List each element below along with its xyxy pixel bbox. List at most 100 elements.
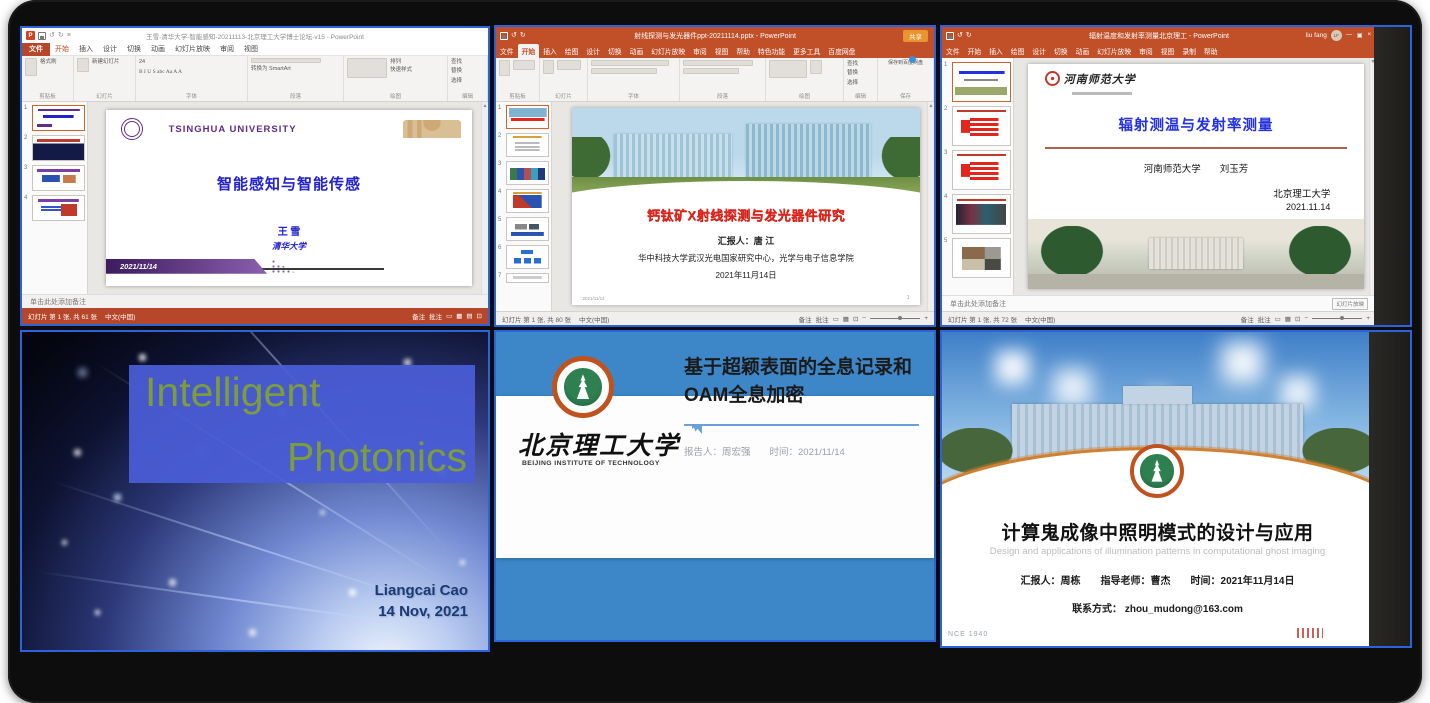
slide-thumbnail[interactable]	[506, 273, 549, 283]
find-button[interactable]: 查找	[451, 58, 462, 66]
format-painter-button[interactable]: 格式刷	[40, 58, 57, 66]
paste-icon[interactable]	[499, 60, 510, 76]
notes-bar[interactable]: 单击此处添加备注	[22, 294, 488, 308]
comments-toggle[interactable]: 批注	[816, 314, 829, 324]
vertical-scrollbar[interactable]: ▲	[927, 102, 934, 311]
slideshow-view-icon[interactable]: ⊡	[1295, 315, 1300, 323]
restore-button[interactable]: ▣	[1357, 32, 1363, 39]
align-buttons[interactable]	[683, 60, 753, 66]
arrange-button[interactable]: 排列	[390, 58, 412, 66]
replace-button[interactable]: 替换	[451, 67, 462, 75]
comments-toggle[interactable]: 批注	[429, 311, 442, 321]
undo-icon[interactable]: ↺	[49, 32, 55, 39]
paste-icon[interactable]	[25, 58, 37, 76]
tab-10[interactable]: 帮助	[732, 44, 754, 58]
font-format-buttons[interactable]	[591, 68, 657, 74]
font-size-box[interactable]: 24	[139, 58, 145, 66]
tab-3[interactable]: 绘图	[1007, 44, 1029, 58]
slide-sorter-icon[interactable]: ▦	[1285, 315, 1291, 323]
tab-7[interactable]: 审阅	[215, 42, 239, 56]
shapes-gallery[interactable]	[769, 60, 807, 78]
new-slide-icon[interactable]	[77, 58, 89, 72]
reading-view-icon[interactable]: ▤	[466, 312, 472, 320]
slide-thumbnail[interactable]	[952, 238, 1011, 278]
zoom-out-button[interactable]: −	[1304, 315, 1308, 322]
slide-sorter-icon[interactable]: ▦	[456, 312, 462, 320]
slide-thumbnail[interactable]	[506, 189, 549, 213]
tab-0[interactable]: 文件	[496, 44, 518, 58]
tab-5[interactable]: 切换	[604, 44, 626, 58]
align-buttons[interactable]	[251, 58, 321, 63]
language-indicator[interactable]: 中文(中国)	[579, 314, 609, 324]
tab-11[interactable]: 特色功能	[754, 44, 789, 58]
save-icon[interactable]	[38, 32, 46, 40]
redo-icon[interactable]: ↻	[520, 32, 526, 39]
undo-icon[interactable]: ↺	[511, 32, 517, 39]
select-button[interactable]: 选择	[847, 79, 858, 87]
powerpoint-app-icon[interactable]: P	[26, 31, 35, 40]
shapes-gallery[interactable]	[347, 58, 387, 78]
tab-11[interactable]: 帮助	[1200, 44, 1222, 58]
redo-icon[interactable]: ↻	[58, 32, 64, 39]
zoom-in-button[interactable]: +	[924, 315, 928, 322]
tab-6[interactable]: 动画	[626, 44, 648, 58]
slide-thumbnail[interactable]	[952, 62, 1011, 102]
slide-canvas-radiation[interactable]: 河南师范大学 辐射测温与发射率测量 河南师范大学 刘玉芳 北京理工大学 2021…	[1028, 64, 1364, 289]
tab-9[interactable]: 视图	[1157, 44, 1179, 58]
tab-8[interactable]: 审阅	[689, 44, 711, 58]
cloud-save-button[interactable]: 保存到百度网盘	[881, 60, 930, 68]
tab-7[interactable]: 幻灯片放映	[1093, 44, 1135, 58]
text-direction-buttons[interactable]	[683, 68, 739, 74]
tab-0[interactable]: 文件	[22, 42, 50, 56]
save-icon[interactable]	[946, 32, 954, 40]
zoom-slider[interactable]	[870, 318, 920, 319]
slide-canvas-perovskite[interactable]: 钙钛矿X射线探测与发光器件研究 汇报人：唐 江 华中科技大学武汉光电国家研究中心…	[572, 108, 920, 305]
tab-5[interactable]: 动画	[146, 42, 170, 56]
slideshow-hint-button[interactable]: 幻灯片放映	[1332, 298, 1368, 310]
zoom-out-button[interactable]: −	[862, 315, 866, 322]
tab-6[interactable]: 幻灯片放映	[170, 42, 215, 56]
tab-4[interactable]: 切换	[122, 42, 146, 56]
notes-toggle[interactable]: 备注	[799, 314, 812, 324]
tab-12[interactable]: 更多工具	[789, 44, 824, 58]
tab-10[interactable]: 录制	[1178, 44, 1200, 58]
font-format-buttons[interactable]: B I U S abc Aa A A	[139, 68, 182, 76]
new-slide-icon[interactable]	[543, 60, 554, 74]
tab-9[interactable]: 视图	[711, 44, 733, 58]
undo-icon[interactable]: ↺	[957, 32, 963, 39]
tab-1[interactable]: 开始	[50, 42, 74, 56]
notes-bar[interactable]: 单击此处添加备注 幻灯片放映	[942, 295, 1376, 311]
share-button[interactable]: 共享	[903, 30, 928, 42]
tab-2[interactable]: 插入	[985, 44, 1007, 58]
slide-thumbnail[interactable]	[952, 194, 1011, 234]
tab-0[interactable]: 文件	[942, 44, 964, 58]
zoom-slider[interactable]	[1312, 318, 1362, 319]
slide-sorter-icon[interactable]: ▦	[843, 315, 849, 323]
new-slide-button[interactable]: 新建幻灯片	[92, 58, 120, 66]
tab-1[interactable]: 开始	[964, 44, 986, 58]
normal-view-icon[interactable]: ▭	[1275, 315, 1281, 323]
replace-button[interactable]: 替换	[847, 69, 858, 77]
zoom-in-button[interactable]: +	[1366, 315, 1370, 322]
vertical-scrollbar[interactable]: ▲	[481, 102, 488, 294]
tab-7[interactable]: 幻灯片放映	[647, 44, 689, 58]
font-name-box[interactable]	[591, 60, 669, 66]
normal-view-icon[interactable]: ▭	[833, 315, 839, 323]
quick-styles-button[interactable]: 快速样式	[390, 66, 412, 74]
select-button[interactable]: 选择	[451, 77, 462, 85]
user-avatar[interactable]: LF	[1331, 30, 1342, 41]
tab-2[interactable]: 插入	[539, 44, 561, 58]
slide-thumbnail[interactable]	[952, 106, 1011, 146]
tab-3[interactable]: 绘图	[561, 44, 583, 58]
save-icon[interactable]	[500, 32, 508, 40]
tab-5[interactable]: 切换	[1050, 44, 1072, 58]
tab-2[interactable]: 插入	[74, 42, 98, 56]
find-button[interactable]: 查找	[847, 60, 858, 68]
tab-8[interactable]: 审阅	[1135, 44, 1157, 58]
tab-13[interactable]: 百度网盘	[824, 44, 859, 58]
slide-thumbnail[interactable]	[32, 165, 85, 191]
notes-toggle[interactable]: 备注	[1241, 314, 1254, 324]
slide-thumbnail[interactable]	[506, 133, 549, 157]
slide-thumbnail[interactable]	[32, 105, 85, 131]
tab-4[interactable]: 设计	[582, 44, 604, 58]
